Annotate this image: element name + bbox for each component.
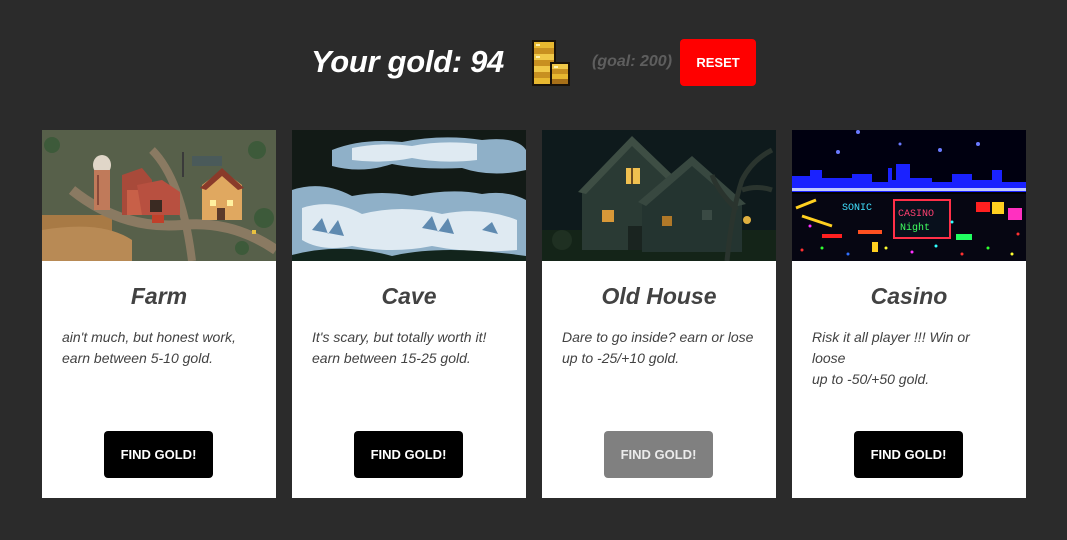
- description-line: earn between 5-10 gold.: [62, 350, 213, 366]
- old-house-image: [542, 130, 776, 261]
- card-old-house: Old House Dare to go inside? earn or los…: [542, 130, 776, 498]
- reset-button[interactable]: RESET: [680, 38, 757, 86]
- find-gold-button-casino[interactable]: FIND GOLD!: [854, 431, 963, 478]
- goal-label: (goal: 200): [592, 53, 673, 70]
- description-line: earn between 15-25 gold.: [312, 350, 471, 366]
- find-gold-button-farm[interactable]: FIND GOLD!: [104, 431, 213, 478]
- gold-coins-stack-icon: [532, 40, 570, 86]
- find-gold-button-cave[interactable]: FIND GOLD!: [354, 431, 463, 478]
- find-gold-button-old-house[interactable]: FIND GOLD!: [604, 431, 713, 478]
- description-line: ain't much, but honest work,: [62, 329, 236, 345]
- card-title: Cave: [381, 283, 437, 309]
- description-line: up to -50/+50 gold.: [812, 371, 930, 387]
- card-casino: CASINO Night SONIC Casino Risk it all pl…: [792, 130, 1026, 498]
- casino-sign-word: Night: [900, 222, 930, 234]
- card-title: Casino: [870, 283, 948, 309]
- header-bar: Your gold: 94 (goal: 200) RESET: [0, 30, 1067, 94]
- description-line: up to -25/+10 gold.: [562, 350, 680, 366]
- description-line: Dare to go inside? earn or lose: [562, 329, 754, 345]
- card-description: ain't much, but honest work, earn betwee…: [62, 327, 256, 369]
- description-line: It's scary, but totally worth it!: [312, 329, 487, 345]
- description-line: Risk it all player !!! Win or loose: [812, 329, 970, 366]
- gold-counter: Your gold: 94: [310, 44, 504, 79]
- location-cards: Farm ain't much, but honest work, earn b…: [42, 130, 1026, 498]
- card-cave: Cave It's scary, but totally worth it! e…: [292, 130, 526, 498]
- casino-image: CASINO Night SONIC: [792, 130, 1026, 261]
- casino-sign-word: SONIC: [842, 203, 872, 214]
- card-description: Risk it all player !!! Win or loose up t…: [812, 327, 1006, 390]
- casino-sign-word: CASINO: [898, 209, 934, 220]
- card-title: Old House: [601, 283, 717, 309]
- card-description: Dare to go inside? earn or lose up to -2…: [562, 327, 756, 369]
- card-title: Farm: [130, 283, 188, 309]
- card-farm: Farm ain't much, but honest work, earn b…: [42, 130, 276, 498]
- farm-image: [42, 130, 276, 261]
- card-description: It's scary, but totally worth it! earn b…: [312, 327, 506, 369]
- cave-image: [292, 130, 526, 261]
